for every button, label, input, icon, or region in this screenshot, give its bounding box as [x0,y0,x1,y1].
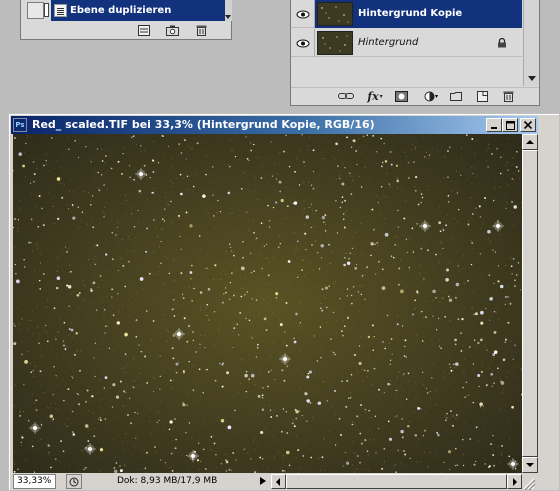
dropdown-arrow-icon: ▾ [379,92,383,100]
document-titlebar[interactable]: Ps Red_ scaled.TIF bei 33,3% (Hintergrun… [11,116,538,134]
adjustment-layer-button[interactable]: ▾ [422,90,440,102]
add-layer-mask-button[interactable] [395,90,408,102]
new-snapshot-button[interactable] [166,24,179,36]
eye-icon [296,39,310,47]
layer-thumbnail [317,2,353,26]
history-state-label: Ebene duplizieren [70,5,172,16]
layers-scrollbar[interactable] [523,0,539,86]
divider [314,29,315,57]
layer-style-button[interactable]: fx ▾ [365,89,385,103]
resize-grip-icon[interactable] [520,475,536,490]
status-info-button[interactable] [66,474,82,489]
close-icon [524,121,532,129]
snapshot-camera-icon [166,25,179,36]
link-layers-button[interactable] [337,90,355,102]
adjustment-layer-icon [424,91,435,101]
layers-panel: Hintergrund Kopie Hintergrund fx ▾ ▾ [290,0,540,106]
starfield-thumbnail [322,35,348,52]
starfield-image [13,134,522,473]
lock-icon [498,38,506,48]
layers-toolbar: fx ▾ ▾ [291,87,539,105]
layer-visibility-toggle[interactable] [295,6,311,22]
horizontal-scroll-thumb[interactable] [286,474,507,489]
history-state-row[interactable]: Ebene duplizieren [21,0,231,21]
new-document-from-state-icon [137,24,150,36]
eye-icon [296,10,310,18]
trash-icon [503,91,514,102]
delete-layer-button[interactable] [502,90,515,102]
status-bar: 33,33% Dok: 8,93 MB/17,9 MB [13,473,538,490]
status-menu-arrow-icon[interactable] [260,477,266,485]
scroll-up-button[interactable] [522,134,538,150]
document-size-info: Dok: 8,93 MB/17,9 MB [117,476,218,486]
starfield-thumbnail [321,6,349,23]
new-document-from-state-button[interactable] [137,24,150,36]
photoshop-document-icon[interactable]: Ps [13,118,27,132]
history-state-icon [54,4,67,17]
document-title: Red_ scaled.TIF bei 33,3% (Hintergrund K… [32,118,375,131]
image-canvas[interactable] [13,134,522,473]
scroll-left-button[interactable] [271,474,286,489]
trash-icon [196,25,207,36]
history-state-marker[interactable] [44,3,49,17]
history-brush-source-slot[interactable] [27,2,44,19]
history-panel: Ebene duplizieren [20,0,232,40]
layer-name: Hintergrund [358,37,419,48]
scroll-down-arrow-icon[interactable] [528,76,536,81]
minimize-icon [491,127,497,129]
document-window: Ps Red_ scaled.TIF bei 33,3% (Hintergrun… [8,113,560,491]
history-toolbar [21,22,231,39]
new-layer-icon [477,90,488,102]
scroll-down-arrow-icon[interactable] [225,15,231,19]
new-layer-button[interactable] [476,90,489,102]
close-button[interactable] [520,118,536,132]
delete-state-button[interactable] [195,24,208,36]
history-scrollbar[interactable] [225,0,232,21]
layer-row-hintergrund-kopie[interactable]: Hintergrund Kopie [291,0,522,28]
dropdown-arrow-icon: ▾ [434,92,438,100]
layer-row-hintergrund[interactable]: Hintergrund [291,29,522,57]
horizontal-scrollbar[interactable] [271,474,522,489]
vertical-scrollbar[interactable] [522,134,538,473]
layer-thumbnail [317,31,353,55]
minimize-button[interactable] [486,118,502,132]
layer-name: Hintergrund Kopie [358,8,463,19]
layer-mask-icon [395,90,408,102]
history-state-selected[interactable]: Ebene duplizieren [51,0,225,21]
maximize-icon [505,120,515,130]
link-layers-icon [338,93,354,99]
folder-icon [449,92,462,101]
scroll-down-button[interactable] [522,457,538,473]
new-group-button[interactable] [449,90,462,102]
layer-visibility-toggle[interactable] [295,35,311,51]
info-cycle-icon [69,477,79,486]
zoom-level-field[interactable]: 33,33% [13,474,56,489]
maximize-button[interactable] [502,118,518,132]
vertical-scroll-thumb[interactable] [522,150,538,457]
fx-icon: fx [367,89,379,103]
